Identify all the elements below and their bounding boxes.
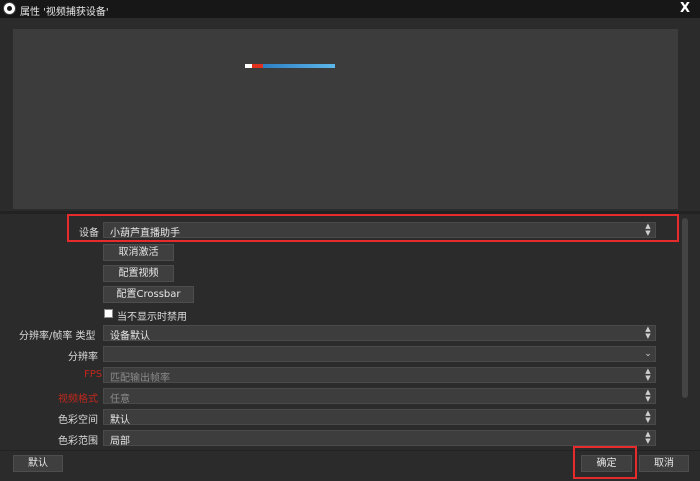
scrollbar-thumb[interactable]	[682, 218, 688, 398]
preview-image	[245, 64, 335, 68]
ok-highlight-box	[573, 446, 637, 479]
color-range-value: 局部	[110, 436, 130, 447]
configure-crossbar-button[interactable]: 配置Crossbar	[103, 286, 194, 303]
disable-when-hidden-checkbox[interactable]	[104, 309, 113, 318]
properties-panel: 设备 小葫芦直播助手 ▲ ▼ 取消激活 配置视频 配置Crossbar 当不显示时…	[0, 214, 690, 450]
cancel-button[interactable]: 取消	[639, 455, 689, 472]
disable-when-hidden-label: 当不显示时禁用	[117, 312, 187, 323]
defaults-button[interactable]: 默认	[13, 455, 63, 472]
color-space-value: 默认	[110, 415, 130, 426]
video-format-value: 任意	[110, 394, 130, 405]
resolution-fps-type-value: 设备默认	[110, 331, 150, 342]
resolution-select[interactable]: ⌄	[103, 346, 656, 362]
properties-scrollbar[interactable]	[681, 214, 689, 450]
chevron-down-icon: ⌄	[644, 349, 652, 359]
window-title: 属性 '视频捕获设备'	[20, 7, 109, 18]
color-space-label: 色彩空间	[58, 415, 98, 426]
updown-arrows-icon: ▲ ▼	[645, 388, 651, 403]
obs-logo-icon	[3, 2, 16, 15]
updown-arrows-icon: ▲ ▼	[645, 367, 651, 382]
resolution-fps-type-select[interactable]: 设备默认 ▲ ▼	[103, 325, 656, 342]
resolution-fps-type-label: 分辨率/帧率 类型	[19, 331, 96, 342]
device-highlight-box	[67, 214, 679, 242]
title-bar: 属性 '视频捕获设备' X	[0, 0, 700, 18]
color-range-select[interactable]: 局部 ▲ ▼	[103, 430, 656, 447]
color-range-label: 色彩范围	[58, 436, 98, 447]
updown-arrows-icon: ▲ ▼	[645, 409, 651, 424]
configure-video-button[interactable]: 配置视频	[103, 265, 174, 282]
video-format-select[interactable]: 任意 ▲ ▼	[103, 388, 656, 405]
fps-label: FPS	[84, 369, 103, 380]
color-space-select[interactable]: 默认 ▲ ▼	[103, 409, 656, 426]
close-button[interactable]: X	[670, 0, 700, 18]
updown-arrows-icon: ▲ ▼	[645, 325, 651, 340]
resolution-label: 分辨率	[68, 352, 98, 363]
updown-arrows-icon: ▲ ▼	[645, 430, 651, 445]
deactivate-button[interactable]: 取消激活	[103, 244, 174, 261]
fps-value: 匹配输出帧率	[110, 373, 170, 384]
source-preview	[13, 29, 678, 209]
video-format-label: 视频格式	[58, 394, 98, 405]
fps-select[interactable]: 匹配输出帧率 ▲ ▼	[103, 367, 656, 384]
